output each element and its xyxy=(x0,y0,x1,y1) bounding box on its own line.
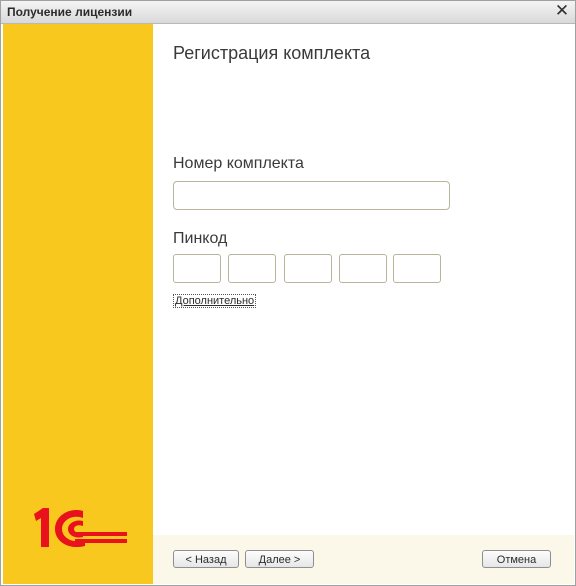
close-icon[interactable]: ✕ xyxy=(553,2,571,20)
pincode-label: Пинкод xyxy=(173,230,228,247)
window-title: Получение лицензии xyxy=(7,5,133,19)
more-options-link[interactable]: Дополнительно xyxy=(173,294,257,308)
pincode-field-3[interactable] xyxy=(284,254,332,283)
footer-bar: < Назад Далее > Отмена xyxy=(153,535,574,584)
next-button[interactable]: Далее > xyxy=(245,550,314,568)
cancel-button[interactable]: Отмена xyxy=(482,550,551,568)
main-content: Регистрация комплекта Номер комплекта Пи… xyxy=(153,24,574,535)
pincode-field-1[interactable] xyxy=(173,254,221,283)
title-bar[interactable]: Получение лицензии ✕ xyxy=(1,1,575,24)
page-title: Регистрация комплекта xyxy=(173,43,371,63)
back-button[interactable]: < Назад xyxy=(173,550,239,568)
1c-logo-icon xyxy=(34,508,127,548)
kit-number-input[interactable] xyxy=(173,181,450,210)
pincode-field-2[interactable] xyxy=(228,254,276,283)
license-dialog: Получение лицензии ✕ Регистрация комплек… xyxy=(0,0,576,586)
pincode-field-5[interactable] xyxy=(393,254,441,283)
sidebar xyxy=(3,24,153,584)
kit-number-label: Номер комплекта xyxy=(173,155,304,172)
pincode-field-4[interactable] xyxy=(339,254,387,283)
